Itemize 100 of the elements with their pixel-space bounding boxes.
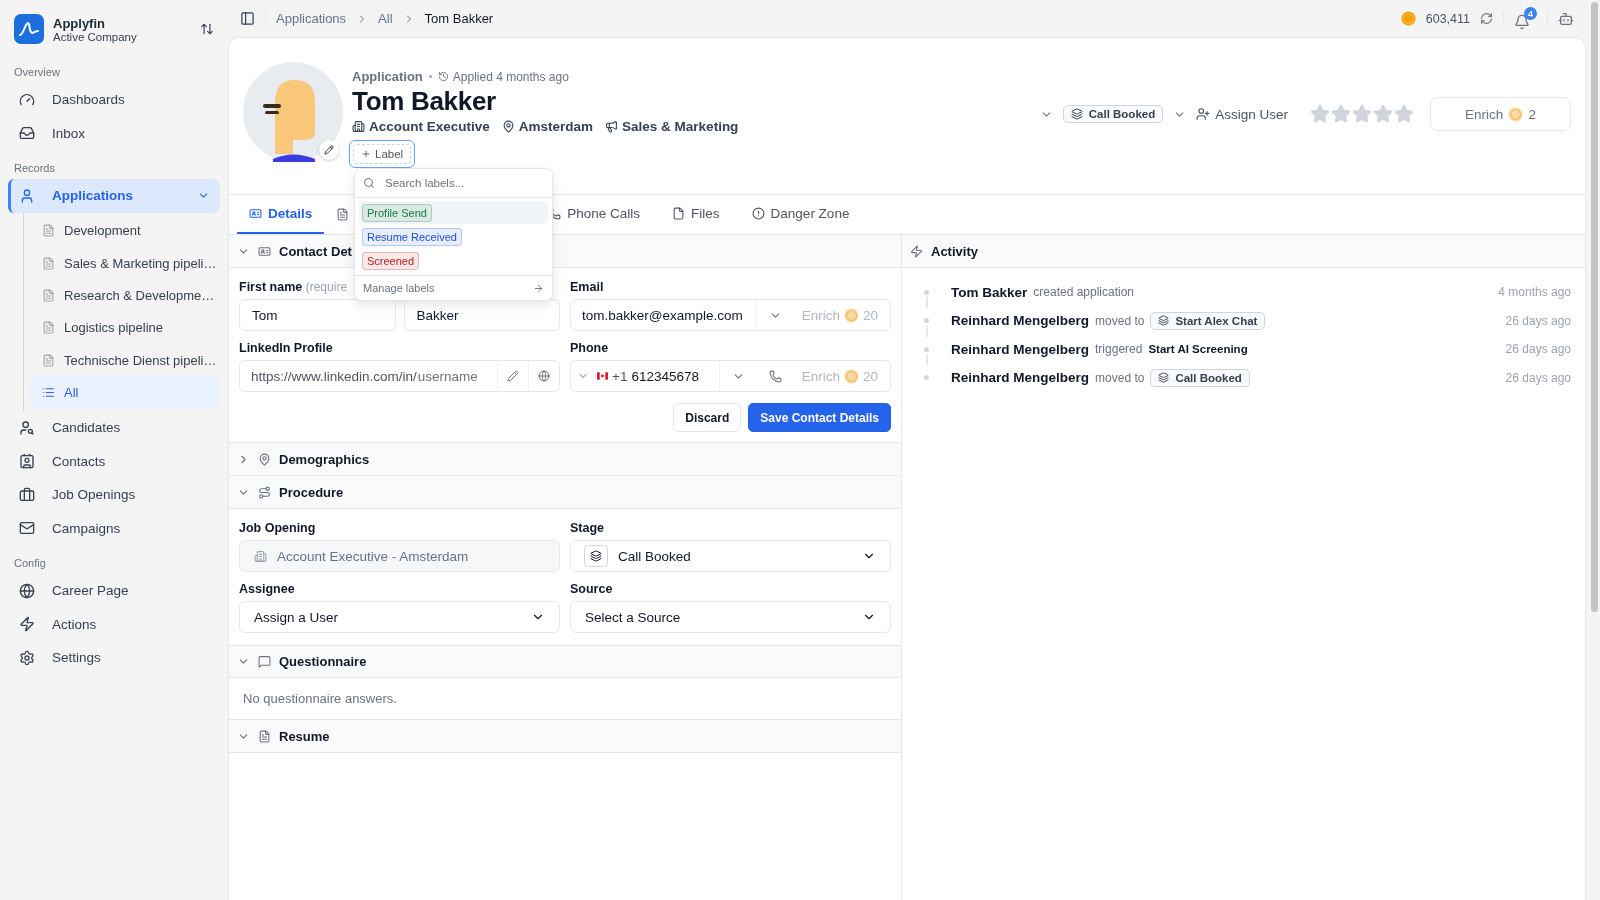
field-label: Phone xyxy=(570,341,610,355)
sidebar-subitem[interactable]: Logistics pipeline xyxy=(30,311,220,345)
sidebar-label: Actions xyxy=(52,616,98,632)
section-header[interactable]: Resume xyxy=(229,720,901,753)
notification-badge: 4 xyxy=(1524,7,1537,20)
linkedin-input[interactable]: username xyxy=(416,361,497,391)
section-title: Procedure xyxy=(279,484,344,500)
sidebar-item[interactable]: Candidates xyxy=(8,410,220,445)
section-title: Activity xyxy=(931,243,978,259)
sidebar-label: Campaigns xyxy=(52,520,122,536)
company-subtitle: Active Company xyxy=(53,30,138,43)
field-label: Source xyxy=(570,582,614,596)
sidebar-item[interactable]: Campaigns xyxy=(8,511,220,545)
sidebar-label: Settings xyxy=(52,650,102,666)
section-header[interactable]: Questionnaire xyxy=(229,645,901,678)
last-name-input[interactable]: Bakker xyxy=(403,299,560,331)
breadcrumb-link[interactable]: All xyxy=(378,11,393,26)
source-select[interactable]: Select a Source xyxy=(570,601,891,633)
section-header[interactable]: Procedure xyxy=(229,476,901,509)
sidebar-label: Development xyxy=(64,223,141,239)
activity-time: 26 days ago xyxy=(1505,313,1571,328)
field-label: Assignee xyxy=(239,582,296,596)
manage-labels-link[interactable]: Manage labels xyxy=(355,275,552,300)
sidebar-item[interactable]: Contacts xyxy=(8,444,220,478)
activity-actor: Tom Bakker xyxy=(951,284,1028,300)
section-title: Resume xyxy=(279,728,330,744)
section-header[interactable]: Demographics xyxy=(229,443,901,476)
sidebar-subitem[interactable]: All xyxy=(30,376,220,409)
record-type: Application xyxy=(352,69,423,84)
field-label: Email xyxy=(570,280,605,294)
section-title: Questionnaire xyxy=(279,654,367,669)
country-code: +1 xyxy=(612,368,628,384)
discard-button[interactable]: Discard xyxy=(673,403,742,432)
activity-action: moved to xyxy=(1095,313,1145,328)
save-button[interactable]: Save Contact Details xyxy=(748,403,891,432)
activity-action: moved to xyxy=(1095,370,1145,385)
activity-target: Start AI Screening xyxy=(1148,343,1248,356)
tab[interactable]: Files xyxy=(660,195,732,234)
section-title: Contact Det xyxy=(279,243,352,259)
enrich-button[interactable]: Enrich 2 xyxy=(1430,97,1571,131)
assignee-select[interactable]: Assign a User xyxy=(239,601,560,633)
sidebar-label: Logistics pipeline xyxy=(64,320,163,336)
field-label: First name (require xyxy=(239,280,348,294)
activity-time: 4 months ago xyxy=(1498,285,1571,300)
activity-actor: Reinhard Mengelberg xyxy=(951,370,1090,386)
activity-time: 26 days ago xyxy=(1505,342,1571,357)
label-tag: Screened xyxy=(362,251,420,270)
assign-user-button[interactable]: Assign User xyxy=(1196,106,1288,122)
sidebar-label: Inbox xyxy=(52,125,87,141)
section-title: Config xyxy=(13,555,47,571)
sidebar-label: Sales & Marketing pipeli… xyxy=(64,255,217,271)
sidebar-label: All xyxy=(64,385,79,401)
activity-time: 26 days ago xyxy=(1505,370,1571,385)
stage-select[interactable]: Call Booked xyxy=(570,540,891,572)
activity-actor: Reinhard Mengelberg xyxy=(951,341,1090,357)
sidebar-label: Contacts xyxy=(52,453,107,469)
url-prefix: https://www.linkedin.com/in/ xyxy=(250,368,417,384)
sidebar-subitem[interactable]: Development xyxy=(30,214,220,247)
candidate-fact: Sales & Marketing xyxy=(622,119,739,134)
sidebar-item[interactable]: Dashboards xyxy=(8,83,220,117)
sidebar-item[interactable]: Career Page xyxy=(8,573,220,608)
sidebar-label: Dashboards xyxy=(52,92,126,108)
section-title: Records xyxy=(13,161,56,176)
credits-count: 603,411 xyxy=(1425,11,1470,26)
applied-date: Applied 4 months ago xyxy=(452,69,569,84)
sidebar-label: Career Page xyxy=(52,583,130,599)
field-label: Stage xyxy=(570,521,606,535)
sidebar-subitem[interactable]: Research & Developme… xyxy=(30,279,220,312)
stage-tag: Call Booked xyxy=(1150,368,1250,387)
tab[interactable]: Danger Zone xyxy=(739,195,862,234)
field-label: LinkedIn Profile xyxy=(239,341,334,355)
sidebar-label: Research & Developme… xyxy=(64,287,215,303)
add-label-button[interactable]: Label xyxy=(349,140,416,168)
label-tag: Profile Send xyxy=(362,203,432,222)
sidebar-item[interactable]: Inbox xyxy=(8,116,220,150)
activity-action: triggered xyxy=(1095,342,1143,357)
candidate-fact: Amsterdam xyxy=(518,119,594,134)
company-name: Applyfin xyxy=(53,15,106,31)
stage-tag[interactable]: Call Booked xyxy=(1062,105,1164,123)
sidebar-label: Job Openings xyxy=(52,487,137,503)
sidebar-item[interactable]: Job Openings xyxy=(8,477,220,512)
activity-action: created application xyxy=(1033,285,1134,300)
sidebar-label: Candidates xyxy=(52,420,122,436)
first-name-input[interactable]: Tom xyxy=(239,299,396,331)
sidebar-label: Applications xyxy=(52,188,134,204)
sidebar-item[interactable]: Applications xyxy=(8,179,220,213)
breadcrumb-link[interactable]: Applications xyxy=(276,11,347,26)
section-title: Demographics xyxy=(279,451,370,467)
sidebar-label: Technische Dienst pipeli… xyxy=(64,352,217,368)
sidebar-item[interactable]: Actions xyxy=(8,607,220,641)
sidebar-subitem[interactable]: Sales & Marketing pipeli… xyxy=(30,246,220,280)
activity-actor: Reinhard Mengelberg xyxy=(951,313,1090,329)
sidebar-item[interactable]: Settings xyxy=(8,640,220,675)
section-title: Overview xyxy=(13,65,61,80)
candidate-name: Tom Bakker xyxy=(352,86,496,117)
field-label: Job Opening xyxy=(239,521,317,535)
sidebar-subitem[interactable]: Technische Dienst pipeli… xyxy=(30,344,220,377)
candidate-fact: Account Executive xyxy=(369,119,490,134)
stage-tag: Start Alex Chat xyxy=(1150,311,1266,330)
menu-item[interactable]: Profile Send xyxy=(359,201,548,224)
